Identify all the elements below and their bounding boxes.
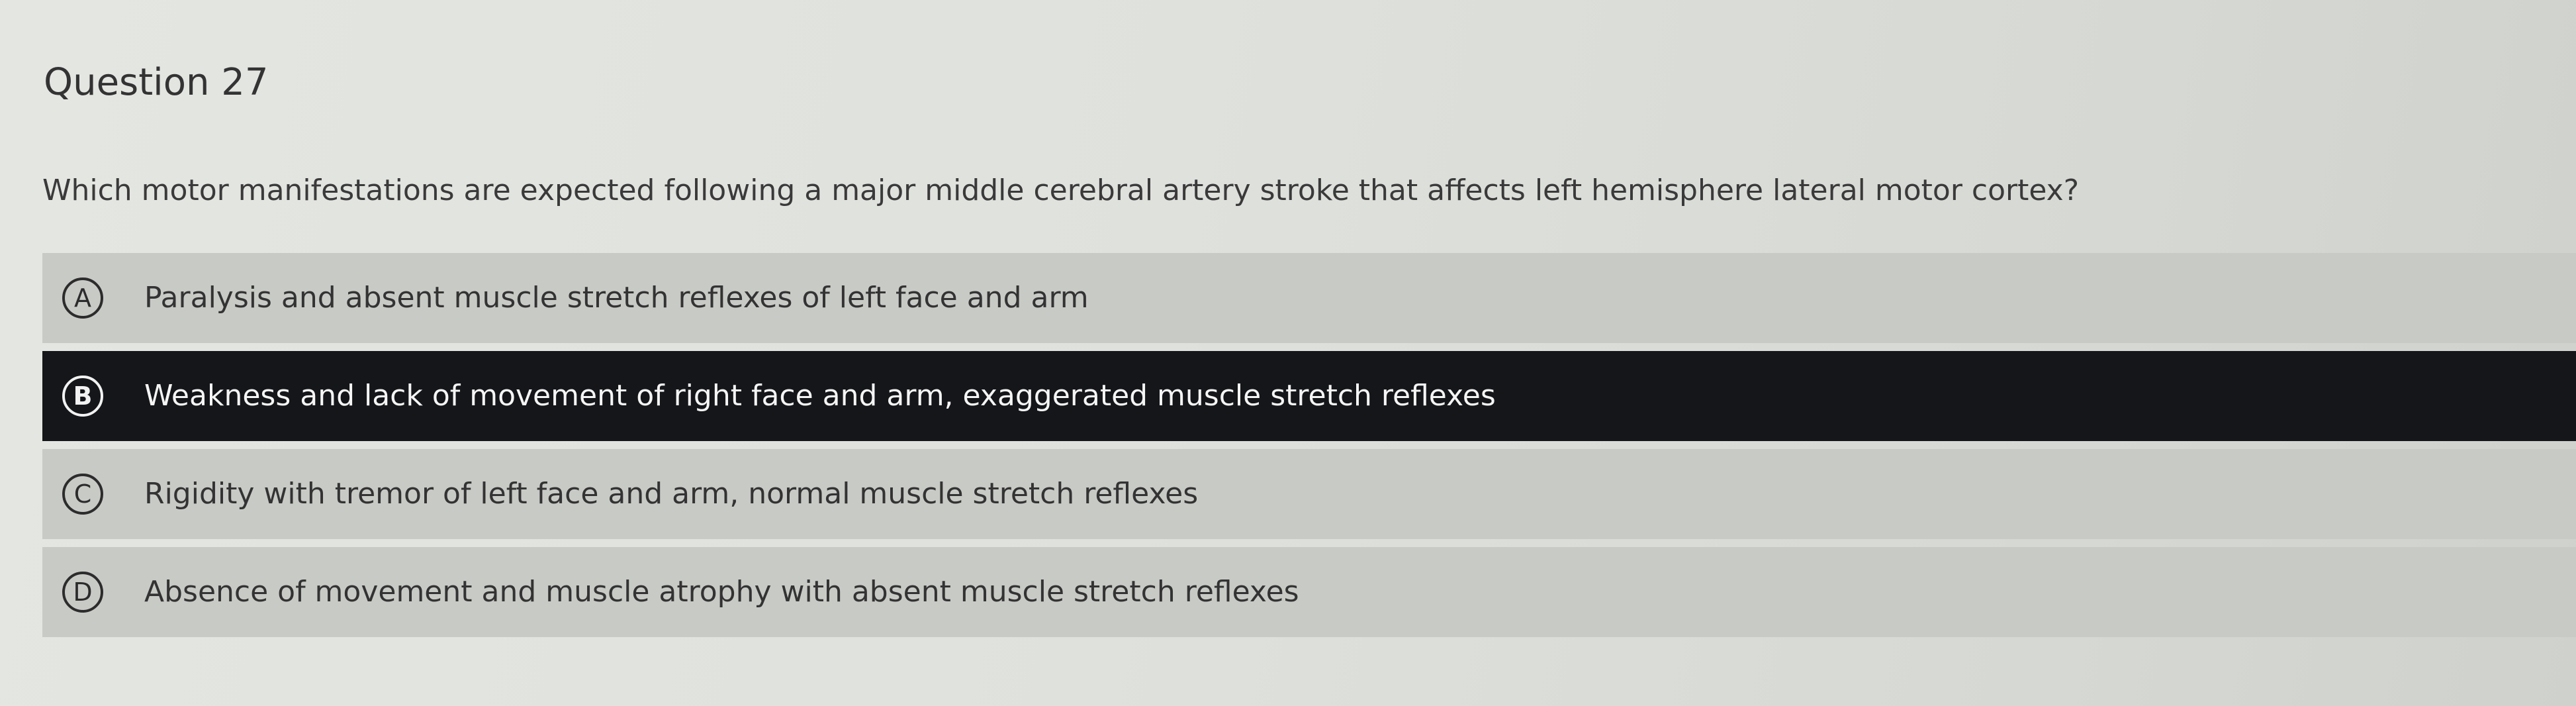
choice-c[interactable]: C Rigidity with tremor of left face and … [42, 449, 2576, 539]
choice-a-letter-badge: A [62, 277, 103, 319]
choice-d[interactable]: D Absence of movement and muscle atrophy… [42, 547, 2576, 637]
question-title: Question 27 [44, 61, 269, 104]
choice-d-text: Absence of movement and muscle atrophy w… [144, 575, 1299, 609]
choice-d-letter-badge: D [62, 572, 103, 613]
choice-b[interactable]: B Weakness and lack of movement of right… [42, 351, 2576, 441]
quiz-page: Question 27 Which motor manifestations a… [0, 0, 2576, 706]
question-text: Which motor manifestations are expected … [42, 174, 2080, 207]
choice-c-letter-badge: C [62, 474, 103, 515]
choice-c-text: Rigidity with tremor of left face and ar… [144, 477, 1199, 511]
choice-a-text: Paralysis and absent muscle stretch refl… [144, 281, 1089, 315]
choice-b-letter-badge: B [62, 376, 103, 417]
choice-a[interactable]: A Paralysis and absent muscle stretch re… [42, 253, 2576, 343]
choice-b-text: Weakness and lack of movement of right f… [144, 379, 1496, 413]
answer-choices: A Paralysis and absent muscle stretch re… [42, 253, 2576, 645]
